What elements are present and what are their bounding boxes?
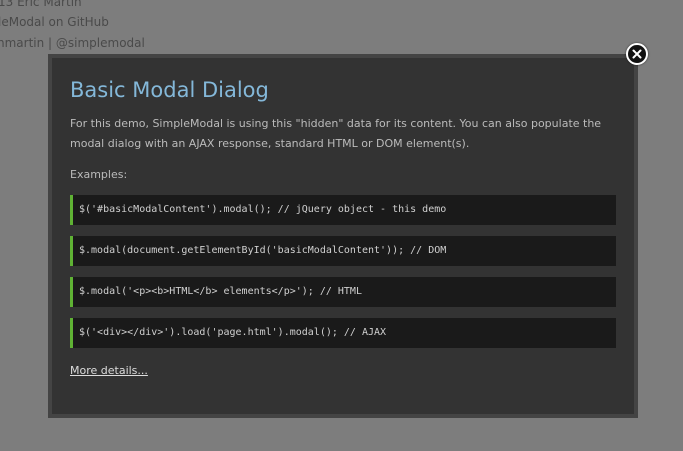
code-example: $.modal(document.getElementById('basicMo… bbox=[70, 236, 616, 266]
code-example: $('<div></div>').load('page.html').modal… bbox=[70, 318, 616, 348]
modal-dialog: Basic Modal Dialog For this demo, Simple… bbox=[48, 54, 638, 418]
close-button[interactable] bbox=[626, 43, 648, 65]
background-github-link[interactable]: leModal on GitHub bbox=[0, 15, 109, 29]
modal-description: For this demo, SimpleModal is using this… bbox=[70, 117, 602, 150]
modal-title: Basic Modal Dialog bbox=[70, 78, 269, 102]
background-text-line: nmartin | @simplemodal bbox=[0, 36, 145, 50]
close-icon bbox=[632, 49, 642, 59]
background-text-line: 13 Eric Martin bbox=[0, 0, 82, 9]
more-details-link[interactable]: More details... bbox=[70, 364, 148, 377]
code-example: $('#basicModalContent').modal(); // jQue… bbox=[70, 195, 616, 225]
examples-label: Examples: bbox=[70, 168, 128, 181]
code-example: $.modal('<p><b>HTML</b> elements</p>'); … bbox=[70, 277, 616, 307]
